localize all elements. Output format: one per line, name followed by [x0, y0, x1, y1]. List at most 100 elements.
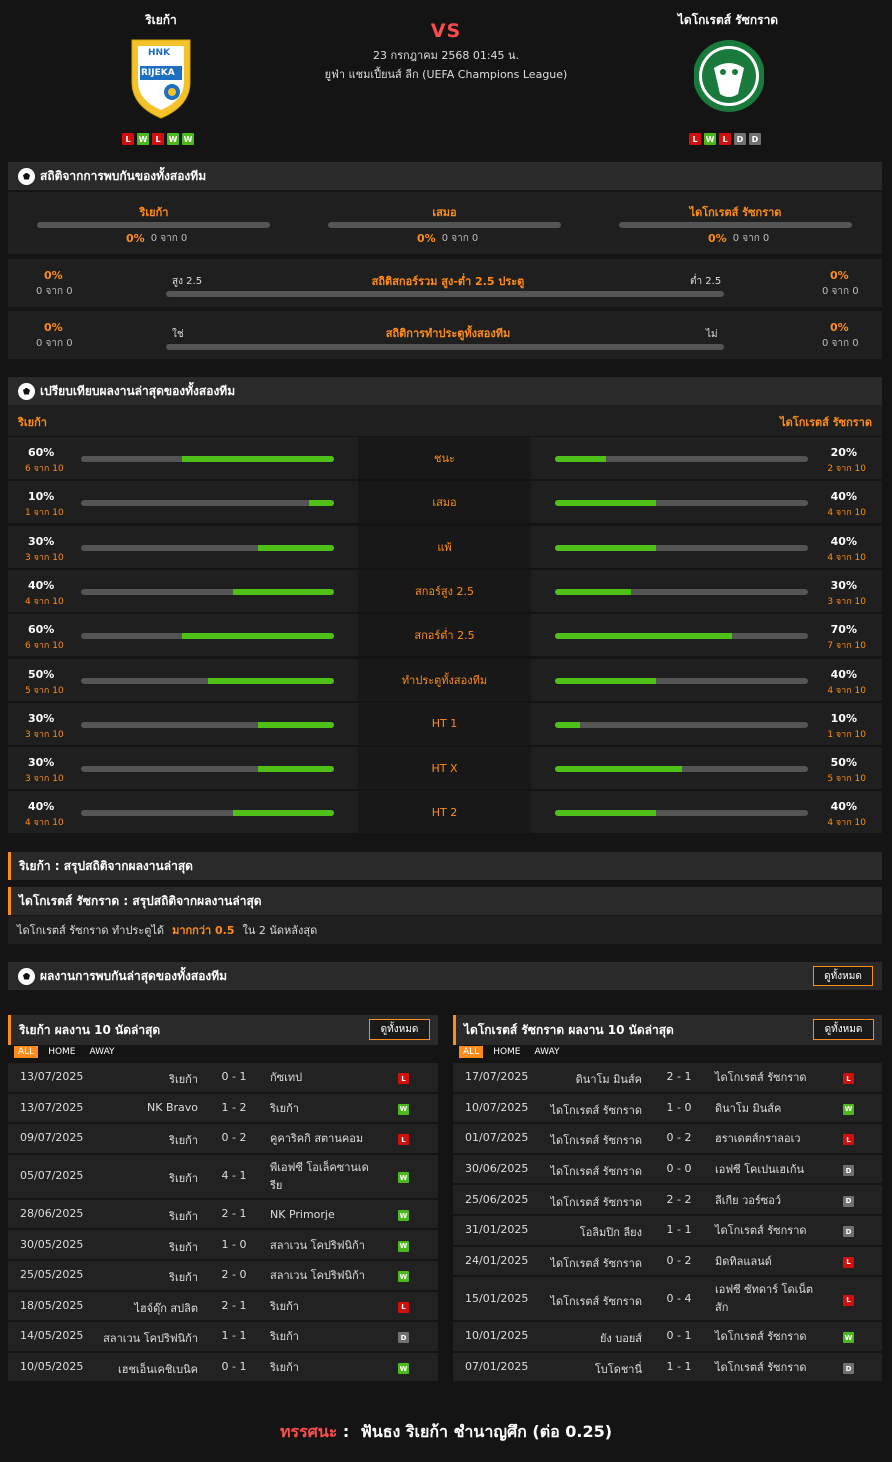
compare-away-bar [555, 500, 808, 507]
compare-away-bar [555, 677, 808, 684]
compare-metric-label: HT 1 [358, 702, 531, 745]
match-home-team: ไดโกเรตส์ รัซกราด [550, 1103, 642, 1117]
match-home-team: ไฮจ์ดุ๊ก สปลิต [134, 1301, 198, 1315]
match-home-team: ไดโกเรตส์ รัซกราด [550, 1165, 642, 1179]
match-score: 2 - 1 [666, 1070, 692, 1084]
match-row[interactable]: 15/01/2025 ไดโกเรตส์ รัซกราด 0 - 4 เอฟซี ซั… [453, 1277, 882, 1323]
compare-home-bar [81, 810, 334, 817]
match-result-badge: L [398, 1134, 409, 1146]
match-row[interactable]: 17/07/2025 ดินาโม มินส์ค 2 - 1 ไดโกเรตส์ รั… [453, 1063, 882, 1094]
away-tab-all[interactable]: ALL [459, 1046, 484, 1058]
h2h-outcome-panel: ริเยก้า 0% 0 จาก 0 เสมอ 0% 0 จาก 0 ไดโกเ… [8, 192, 882, 254]
btts-left-pct: 0% [44, 321, 63, 334]
match-row[interactable]: 25/06/2025 ไดโกเรตส์ รัซกราด 2 - 2 ลีเกีย ว… [453, 1185, 882, 1216]
compare-away-count: 4 จาก 10 [827, 508, 866, 519]
home-tab-all[interactable]: ALL [14, 1046, 39, 1058]
match-score: 1 - 2 [221, 1100, 247, 1114]
match-result-badge: L [843, 1134, 854, 1146]
match-result-badge: W [843, 1103, 854, 1115]
match-away-team: ริเยก้า [270, 1101, 299, 1115]
h2h-away-label: ไดโกเรตส์ รัซกราด [689, 206, 782, 219]
match-row[interactable]: 24/01/2025 ไดโกเรตส์ รัซกราด 0 - 2 มิดทิลแล… [453, 1246, 882, 1278]
home-form-strip: LWLWW [122, 133, 194, 145]
h2h-draw-pct: 0% [417, 232, 436, 245]
match-home-team: ริเยก้า [169, 1134, 198, 1148]
goals-left-sub: 0 จาก 0 [36, 286, 73, 297]
match-away-team: พีเอฟซี โอเล็คซานเดรีย [270, 1160, 369, 1192]
away-summary-text-c: ใน 2 นัดหลังสุด [242, 924, 318, 937]
match-home-team: ริเยก้า [169, 1073, 198, 1087]
away-tabs: ALL HOME AWAY [459, 1046, 564, 1058]
match-row[interactable]: 10/05/2025 เฮชเอ็นเคชิเบนิค 0 - 1 ริเยก้า W [8, 1352, 438, 1384]
compare-away-count: 3 จาก 10 [827, 596, 866, 607]
compare-away-bar-fill [555, 721, 581, 728]
away-team-logo[interactable] [693, 38, 765, 122]
match-row[interactable]: 07/01/2025 โบโดชานี่ 1 - 1 ไดโกเรตส์ รัซกรา… [453, 1352, 882, 1384]
away-recent-title: ไดโกเรตส์ รัซกราด ผลงาน 10 นัดล่าสุด [464, 1022, 674, 1037]
compare-away-count: 5 จาก 10 [827, 774, 866, 785]
away-tab-home[interactable]: HOME [489, 1046, 524, 1058]
match-result-badge: W [398, 1210, 409, 1222]
match-home-team: โอลิมปิก ลียง [579, 1226, 642, 1240]
match-row[interactable]: 30/05/2025 ริเยก้า 1 - 0 สลาเวน โคปริฟนิก้า… [8, 1230, 438, 1261]
btts-label: สถิติการทำประตูทั้งสองทีม [385, 327, 511, 340]
home-team-name[interactable]: ริเยก้า [61, 11, 261, 30]
match-home-team: โบโดชานี่ [594, 1363, 642, 1377]
match-score: 1 - 0 [666, 1100, 692, 1114]
home-tabs: ALL HOME AWAY [14, 1046, 119, 1058]
compare-home-bar [81, 677, 334, 684]
match-row[interactable]: 01/07/2025 ไดโกเรตส์ รัซกราด 0 - 2 ฮราเดตส์… [453, 1124, 882, 1155]
away-view-all-button[interactable]: ดูทั้งหมด [813, 1019, 874, 1040]
match-row[interactable]: 10/07/2025 ไดโกเรตส์ รัซกราด 1 - 0 ดินาโม ม… [453, 1093, 882, 1125]
home-view-all-button[interactable]: ดูทั้งหมด [369, 1019, 430, 1040]
view-all-button[interactable]: ดูทั้งหมด [813, 966, 873, 986]
recent-title: ผลงานการพบกันล่าสุดของทั้งสองทีม [40, 968, 228, 983]
match-row[interactable]: 14/05/2025 สลาเวน โคปริฟนิก้า 1 - 1 ริเยก้า… [8, 1322, 438, 1353]
form-badge: W [137, 133, 149, 145]
football-icon [18, 967, 35, 985]
match-row[interactable]: 31/01/2025 โอลิมปิก ลียง 1 - 1 ไดโกเรตส์ รั… [453, 1216, 882, 1247]
match-date: 17/07/2025 [465, 1070, 529, 1084]
recent-header: ผลงานการพบกันล่าสุดของทั้งสองทีม [8, 962, 882, 990]
compare-home-count: 3 จาก 10 [25, 729, 64, 740]
match-score: 0 - 0 [666, 1162, 692, 1176]
btts-right-pct: 0% [830, 321, 849, 334]
match-result-badge: L [843, 1073, 854, 1085]
match-league: ยูฟ่า แชมเปี้ยนส์ ลีก (UEFA Champions Le… [324, 68, 568, 81]
compare-away-bar [555, 810, 808, 817]
home-team-logo[interactable]: HNK RIJEKA [126, 36, 196, 120]
goals-left-tag: สูง 2.5 [172, 276, 203, 287]
match-home-team: ริเยก้า [169, 1172, 198, 1186]
match-away-team: ริเยก้า [270, 1299, 299, 1313]
away-team-name[interactable]: ไดโกเรตส์ รัซกราด [628, 11, 828, 30]
match-away-team: มิดทิลแลนด์ [715, 1254, 772, 1268]
compare-away-bar [555, 721, 808, 728]
match-date: 01/07/2025 [465, 1131, 529, 1145]
compare-header: เปรียบเทียบผลงานล่าสุดของทั้งสองทีม [8, 377, 882, 405]
match-date: 18/05/2025 [20, 1298, 84, 1312]
compare-row: 40% 4 จาก 10 HT 2 40% 4 จาก 10 [8, 791, 882, 835]
match-date: 28/06/2025 [20, 1207, 84, 1221]
match-row[interactable]: 13/07/2025 ริเยก้า 0 - 1 กัซเทป L [8, 1063, 438, 1094]
compare-home-bar-fill [258, 766, 334, 773]
home-tab-home[interactable]: HOME [44, 1046, 79, 1058]
match-date: 13/07/2025 [20, 1100, 84, 1114]
match-row[interactable]: 13/07/2025 NK Bravo 1 - 2 ริเยก้า W [8, 1093, 438, 1125]
match-score: 2 - 1 [221, 1298, 247, 1312]
match-row[interactable]: 30/06/2025 ไดโกเรตส์ รัซกราด 0 - 0 เอฟซี โค… [453, 1154, 882, 1186]
match-row[interactable]: 09/07/2025 ริเยก้า 0 - 2 คูคาริคกิ สตานคอม L [8, 1124, 438, 1155]
match-row[interactable]: 18/05/2025 ไฮจ์ดุ๊ก สปลิต 2 - 1 ริเยก้า L [8, 1291, 438, 1323]
match-row[interactable]: 28/06/2025 ริเยก้า 2 - 1 NK Primorje W [8, 1199, 438, 1231]
form-badge: W [704, 133, 716, 145]
compare-metric-label: HT X [358, 747, 531, 790]
compare-title: เปรียบเทียบผลงานล่าสุดของทั้งสองทีม [40, 383, 236, 398]
match-score: 1 - 1 [221, 1329, 247, 1343]
match-row[interactable]: 10/01/2025 ยัง บอยส์ 0 - 1 ไดโกเรตส์ รัซกรา… [453, 1322, 882, 1353]
home-tab-away[interactable]: AWAY [86, 1046, 119, 1058]
match-date: 13/07/2025 [20, 1070, 84, 1084]
match-row[interactable]: 05/07/2025 ริเยก้า 4 - 1 พีเอฟซี โอเล็คซานเ… [8, 1154, 438, 1200]
compare-home-bar [81, 588, 334, 595]
away-tab-away[interactable]: AWAY [531, 1046, 564, 1058]
compare-home-pct: 30% [28, 711, 55, 725]
match-row[interactable]: 25/05/2025 ริเยก้า 2 - 0 สลาเวน โคปริฟนิก้า… [8, 1261, 438, 1292]
